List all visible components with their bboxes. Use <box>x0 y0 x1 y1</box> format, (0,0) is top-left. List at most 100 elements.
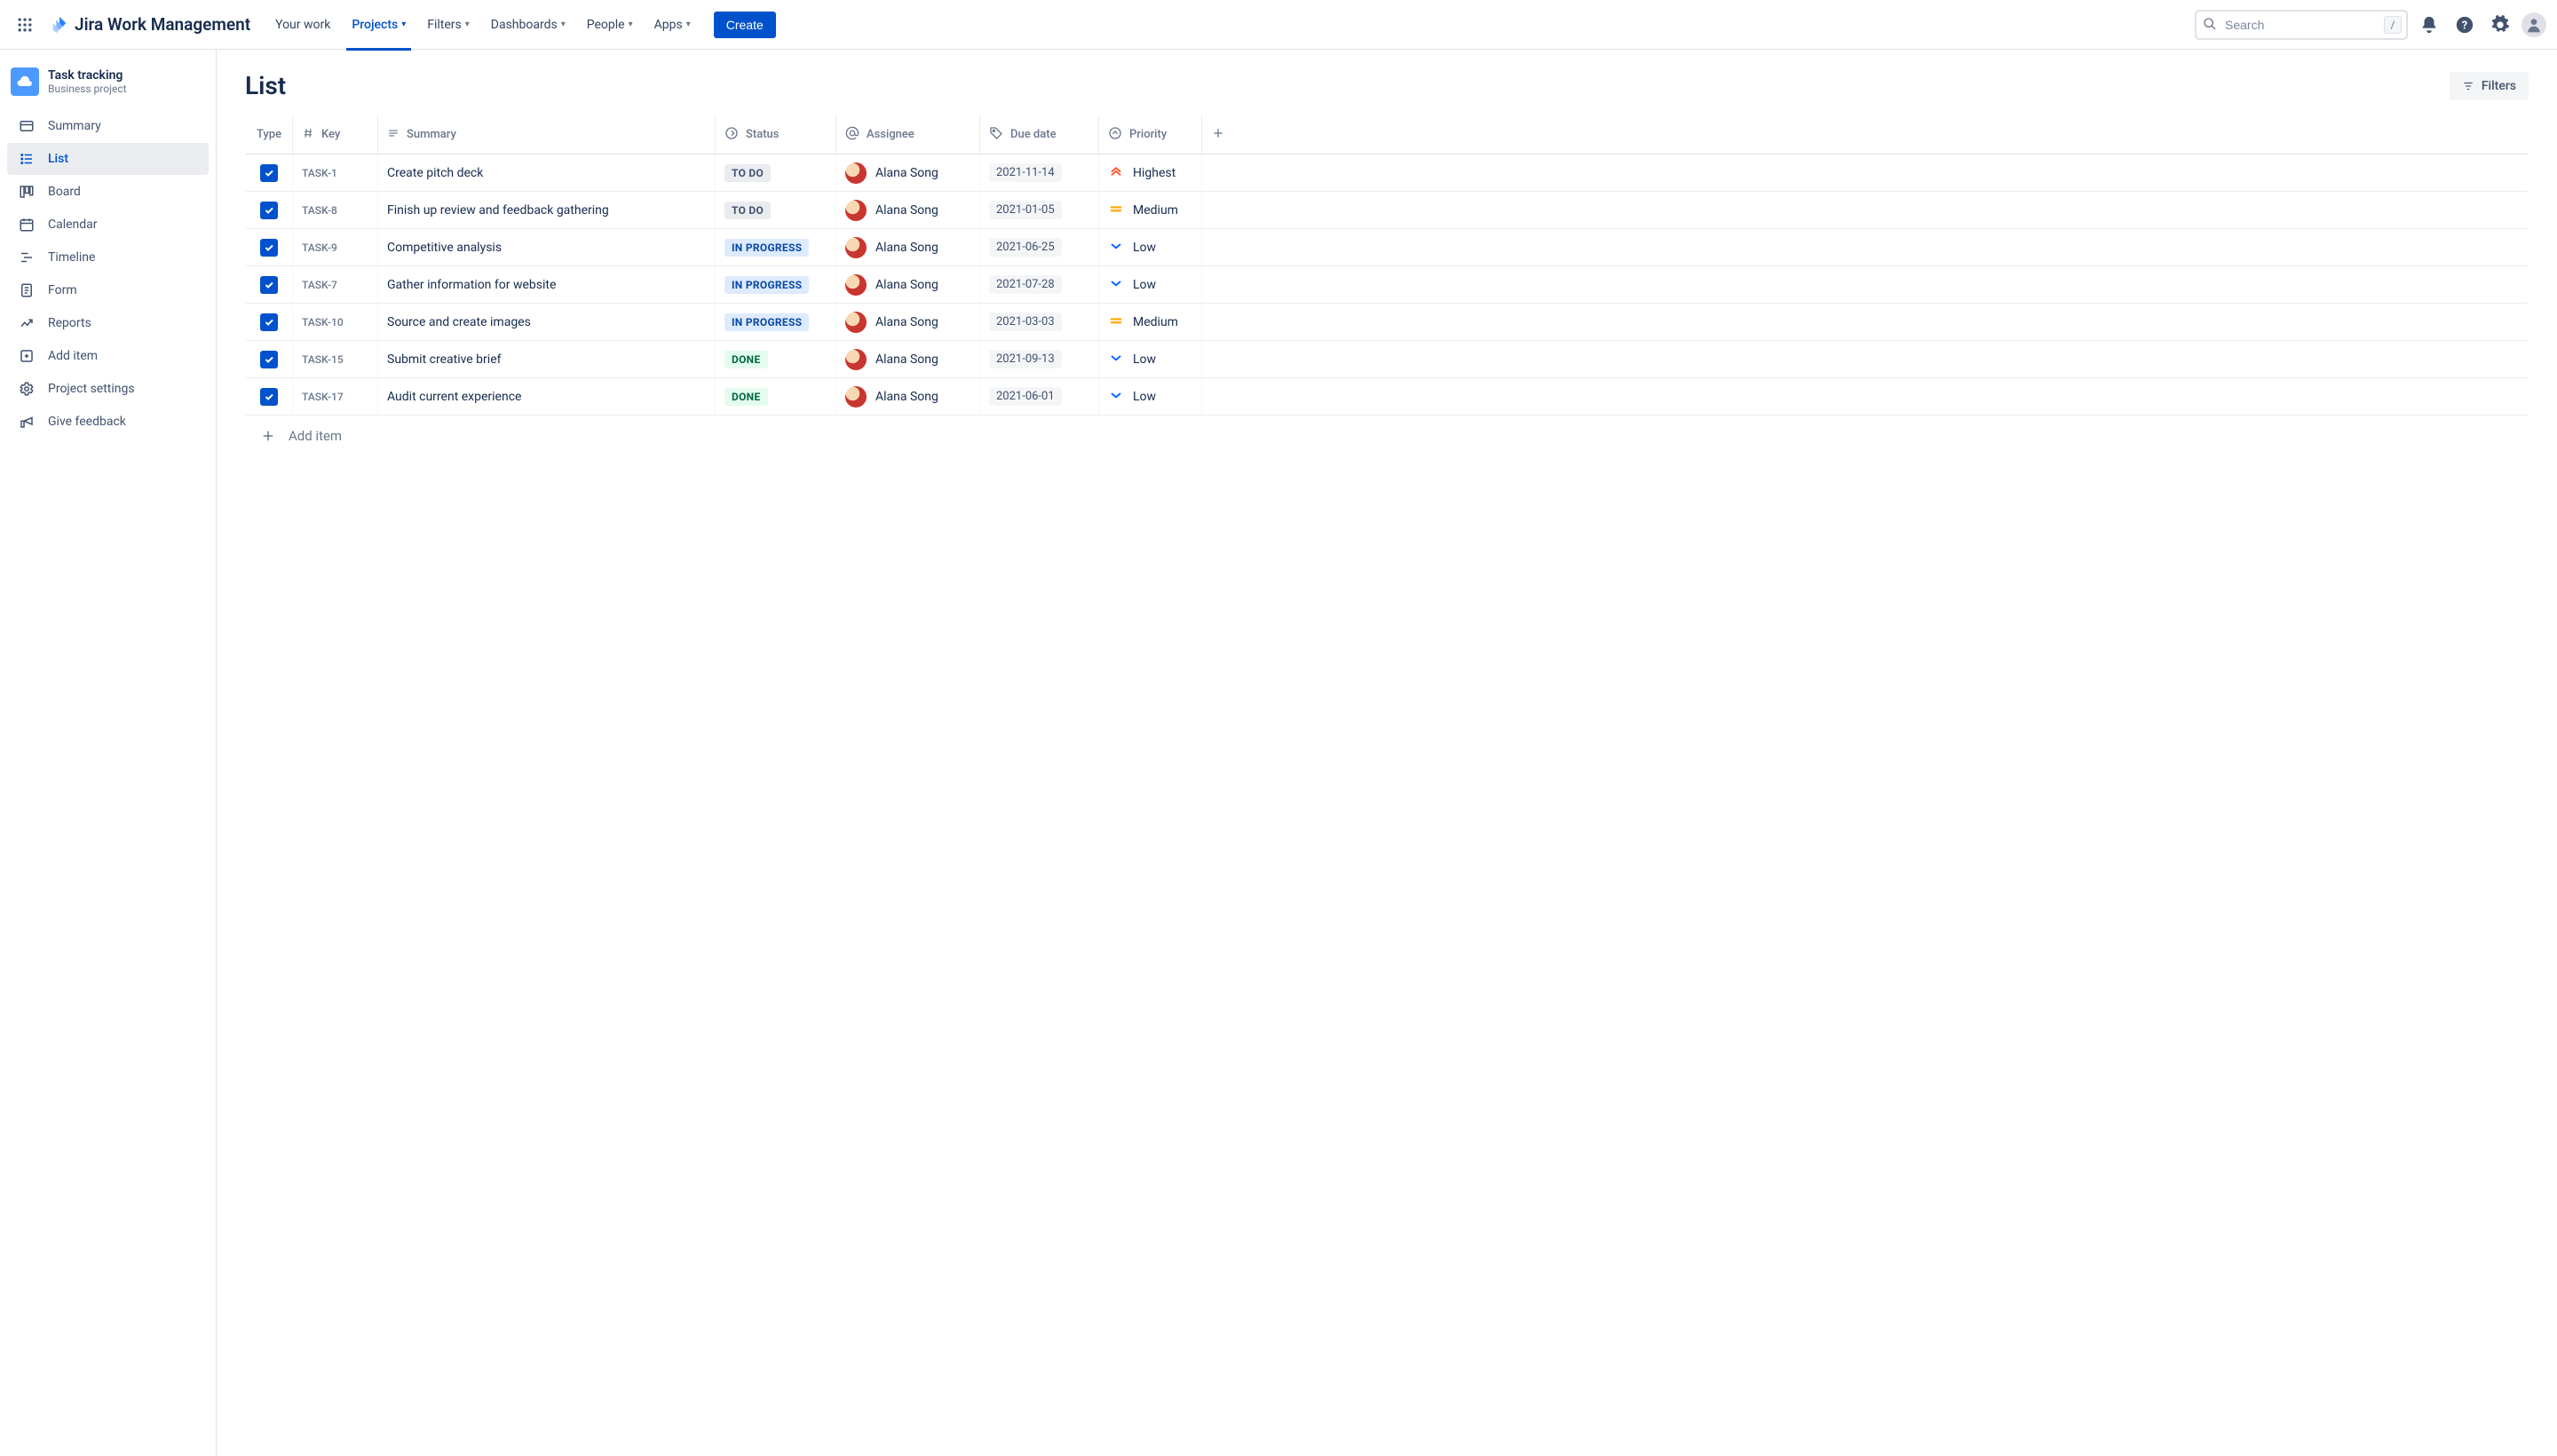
table-row[interactable]: TASK-15Submit creative briefDONEAlana So… <box>246 341 2528 378</box>
cell-priority[interactable]: Medium <box>1098 192 1201 228</box>
cell-priority[interactable]: Medium <box>1098 304 1201 340</box>
cell-duedate[interactable]: 2021-01-05 <box>979 192 1098 228</box>
cell-priority[interactable]: Low <box>1098 266 1201 303</box>
cell-type[interactable] <box>246 229 292 265</box>
nav-projects[interactable]: Projects▾ <box>343 11 415 39</box>
cell-priority[interactable]: Low <box>1098 378 1201 415</box>
project-header[interactable]: Task tracking Business project <box>7 64 209 110</box>
sidebar-item-add[interactable]: Add item <box>7 340 209 372</box>
cell-summary[interactable]: Create pitch deck <box>377 154 715 191</box>
nav-filters[interactable]: Filters▾ <box>418 11 479 39</box>
col-key[interactable]: Key <box>292 115 377 154</box>
create-button[interactable]: Create <box>714 12 776 38</box>
cell-type[interactable] <box>246 266 292 303</box>
col-priority[interactable]: Priority <box>1098 115 1201 154</box>
table-row[interactable]: TASK-8Finish up review and feedback gath… <box>246 192 2528 229</box>
cell-status[interactable]: IN PROGRESS <box>715 266 835 303</box>
cell-assignee[interactable]: Alana Song <box>835 266 979 303</box>
cell-type[interactable] <box>246 341 292 377</box>
col-status[interactable]: Status <box>715 115 835 154</box>
nav-your-work[interactable]: Your work <box>266 11 339 39</box>
sidebar-item-timeline[interactable]: Timeline <box>7 241 209 273</box>
table-row[interactable]: TASK-10Source and create imagesIN PROGRE… <box>246 304 2528 341</box>
bell-icon <box>2419 15 2439 35</box>
sidebar: Task tracking Business project Summary L… <box>0 50 217 1456</box>
sidebar-item-calendar[interactable]: Calendar <box>7 209 209 241</box>
cell-summary[interactable]: Gather information for website <box>377 266 715 303</box>
sidebar-item-list[interactable]: List <box>7 143 209 175</box>
assignee-name: Alana Song <box>875 315 938 329</box>
cell-duedate[interactable]: 2021-07-28 <box>979 266 1098 303</box>
sidebar-item-board[interactable]: Board <box>7 176 209 208</box>
cell-key[interactable]: TASK-15 <box>292 341 377 377</box>
cell-priority[interactable]: Low <box>1098 229 1201 265</box>
cell-status[interactable]: TO DO <box>715 154 835 191</box>
sidebar-item-summary[interactable]: Summary <box>7 110 209 142</box>
avatar <box>845 162 867 184</box>
sidebar-item-feedback[interactable]: Give feedback <box>7 406 209 438</box>
cell-assignee[interactable]: Alana Song <box>835 229 979 265</box>
due-date-badge: 2021-01-05 <box>989 201 1062 219</box>
cell-duedate[interactable]: 2021-09-13 <box>979 341 1098 377</box>
help-button[interactable]: ? <box>2450 11 2479 39</box>
table-row[interactable]: TASK-7Gather information for websiteIN P… <box>246 266 2528 304</box>
cell-duedate[interactable]: 2021-06-01 <box>979 378 1098 415</box>
cell-status[interactable]: TO DO <box>715 192 835 228</box>
app-switcher[interactable] <box>11 11 39 39</box>
cloud-icon <box>16 73 34 91</box>
cell-assignee[interactable]: Alana Song <box>835 341 979 377</box>
cell-summary[interactable]: Audit current experience <box>377 378 715 415</box>
settings-button[interactable] <box>2486 11 2514 39</box>
cell-duedate[interactable]: 2021-03-03 <box>979 304 1098 340</box>
cell-key[interactable]: TASK-9 <box>292 229 377 265</box>
cell-key[interactable]: TASK-17 <box>292 378 377 415</box>
page-header: List Filters <box>245 71 2529 100</box>
col-add[interactable] <box>1201 115 1230 154</box>
table-row[interactable]: TASK-9Competitive analysisIN PROGRESSAla… <box>246 229 2528 266</box>
brand[interactable]: Jira Work Management <box>43 14 257 35</box>
add-item-row[interactable]: Add item <box>246 415 2528 456</box>
cell-key[interactable]: TASK-1 <box>292 154 377 191</box>
cell-key[interactable]: TASK-10 <box>292 304 377 340</box>
col-assignee[interactable]: Assignee <box>835 115 979 154</box>
cell-duedate[interactable]: 2021-11-14 <box>979 154 1098 191</box>
cell-status[interactable]: IN PROGRESS <box>715 304 835 340</box>
cell-key[interactable]: TASK-7 <box>292 266 377 303</box>
cell-summary[interactable]: Source and create images <box>377 304 715 340</box>
cell-priority[interactable]: Highest <box>1098 154 1201 191</box>
filters-button[interactable]: Filters <box>2450 72 2529 100</box>
cell-type[interactable] <box>246 154 292 191</box>
table-row[interactable]: TASK-17Audit current experienceDONEAlana… <box>246 378 2528 415</box>
col-type[interactable]: Type <box>246 115 292 154</box>
cell-status[interactable]: DONE <box>715 378 835 415</box>
cell-type[interactable] <box>246 378 292 415</box>
profile-button[interactable] <box>2521 12 2546 37</box>
cell-status[interactable]: DONE <box>715 341 835 377</box>
cell-type[interactable] <box>246 304 292 340</box>
cell-summary[interactable]: Finish up review and feedback gathering <box>377 192 715 228</box>
cell-summary[interactable]: Submit creative brief <box>377 341 715 377</box>
nav-dashboards[interactable]: Dashboards▾ <box>482 11 574 39</box>
due-date-badge: 2021-09-13 <box>989 350 1062 368</box>
avatar <box>845 200 867 221</box>
cell-status[interactable]: IN PROGRESS <box>715 229 835 265</box>
sidebar-item-settings[interactable]: Project settings <box>7 373 209 405</box>
cell-assignee[interactable]: Alana Song <box>835 154 979 191</box>
table-row[interactable]: TASK-1Create pitch deckTO DOAlana Song20… <box>246 154 2528 192</box>
col-duedate[interactable]: Due date <box>979 115 1098 154</box>
col-summary[interactable]: Summary <box>377 115 715 154</box>
cell-key[interactable]: TASK-8 <box>292 192 377 228</box>
cell-assignee[interactable]: Alana Song <box>835 192 979 228</box>
cell-assignee[interactable]: Alana Song <box>835 304 979 340</box>
search-input[interactable] <box>2195 10 2408 40</box>
cell-duedate[interactable]: 2021-06-25 <box>979 229 1098 265</box>
cell-priority[interactable]: Low <box>1098 341 1201 377</box>
nav-people[interactable]: People▾ <box>578 11 642 39</box>
cell-assignee[interactable]: Alana Song <box>835 378 979 415</box>
sidebar-item-reports[interactable]: Reports <box>7 307 209 339</box>
cell-summary[interactable]: Competitive analysis <box>377 229 715 265</box>
nav-apps[interactable]: Apps▾ <box>645 11 700 39</box>
cell-type[interactable] <box>246 192 292 228</box>
notifications-button[interactable] <box>2415 11 2443 39</box>
sidebar-item-form[interactable]: Form <box>7 274 209 306</box>
